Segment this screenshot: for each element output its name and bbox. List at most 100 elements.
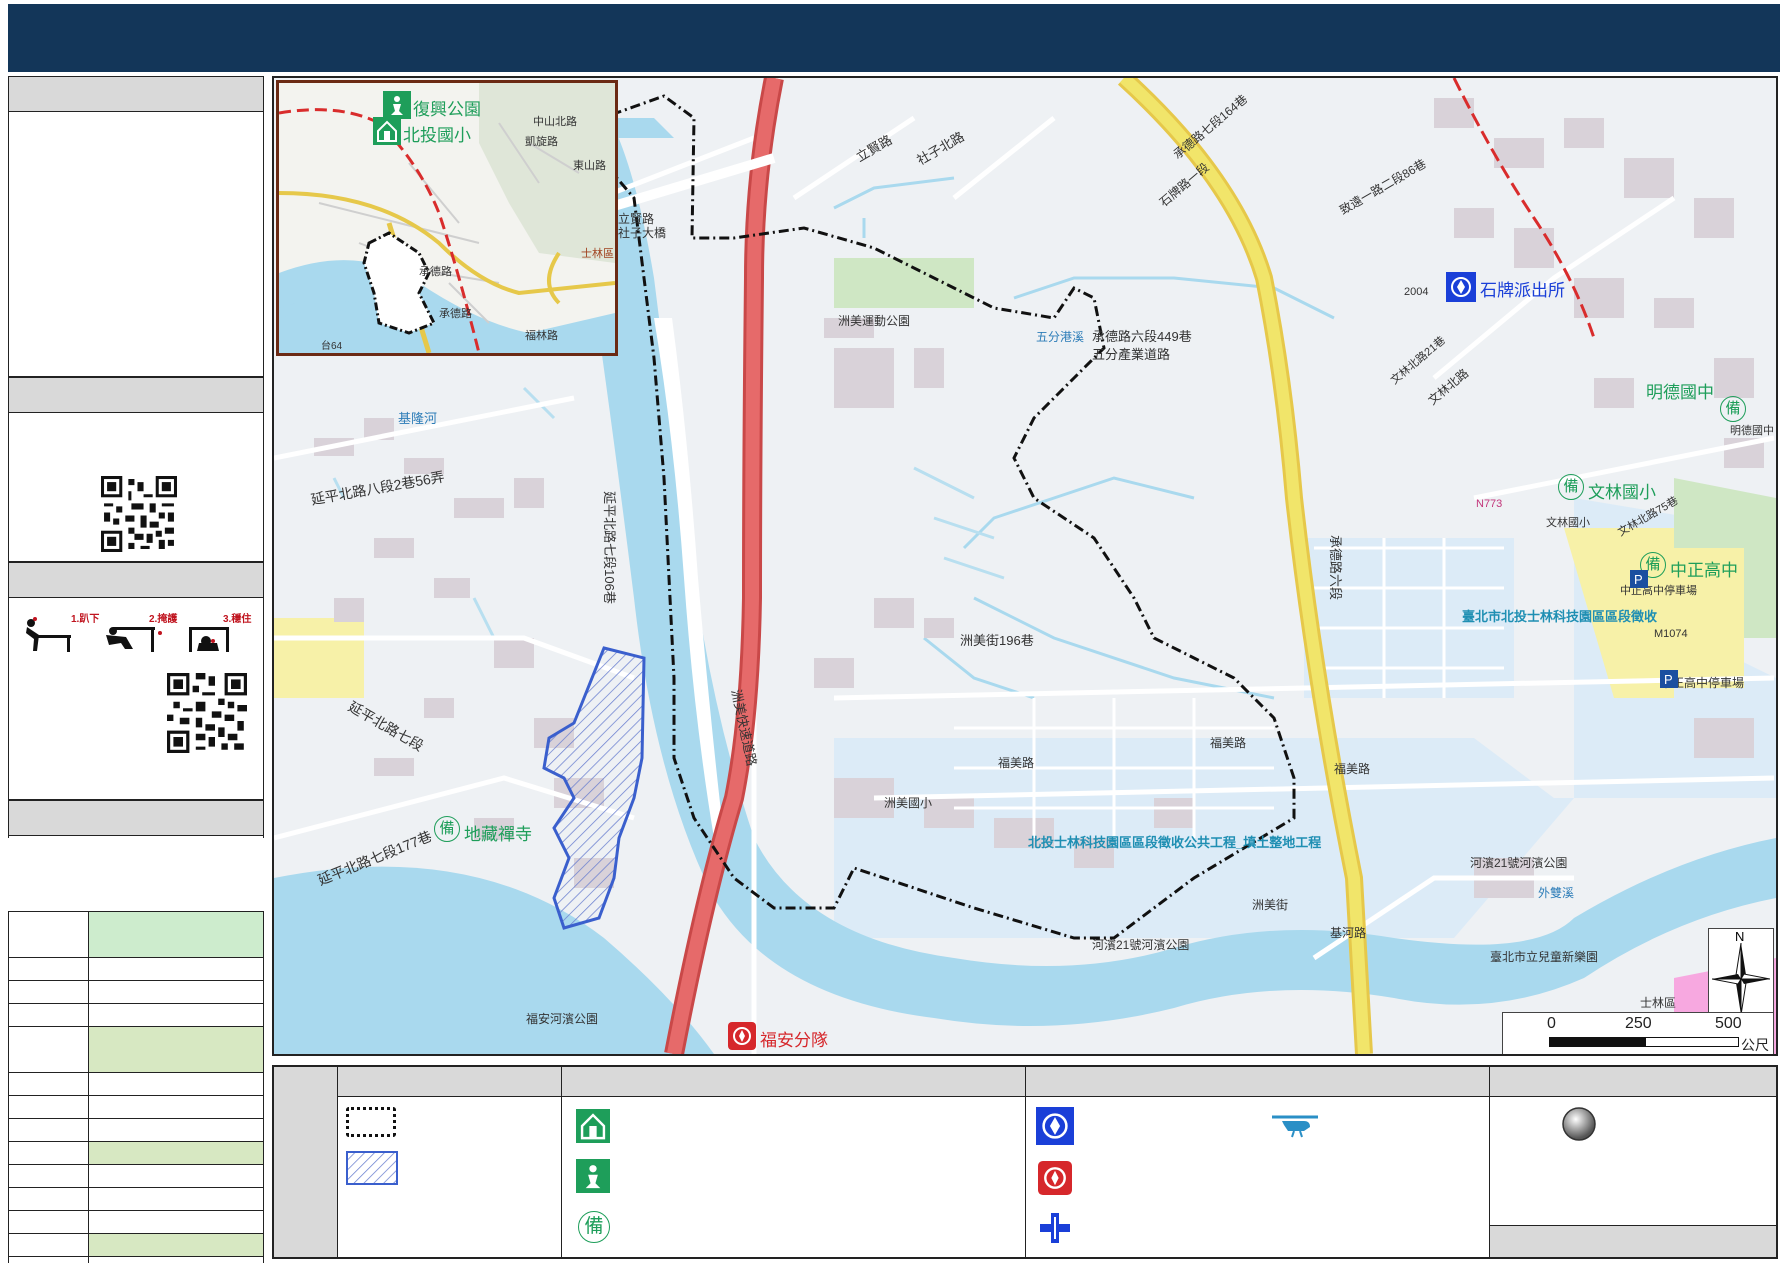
info-panel-header [9, 77, 263, 112]
inset-chengde1-label: 承德路 [419, 266, 452, 278]
legend-col-boundary-head [338, 1067, 561, 1097]
legend-col-emergency [1026, 1067, 1490, 1257]
drill-panel: 1.趴下 2.掩護 3.穩住 [8, 562, 264, 800]
inset-fulin-label: 福林路 [525, 330, 558, 342]
inset-fuxing-park-label: 復興公園 [413, 100, 481, 119]
inset-map[interactable]: 復興公園 北投國小 中山北路 凱旋路 東山路 士林區 承德路 承德路 福林路 台… [276, 80, 618, 356]
svg-text:P: P [1664, 672, 1673, 687]
label-chengde-449: 承德路六段449巷 [1092, 329, 1192, 344]
label-n773: N773 [1476, 498, 1503, 510]
dizang-standby-icon[interactable]: 備 [434, 816, 460, 842]
zhongzheng-hs-label: 中正高中 [1670, 561, 1738, 580]
fuan-brigade-label: 福安分隊 [760, 1031, 828, 1050]
legend-col-emergency-head [1026, 1067, 1489, 1097]
label-jilu-rd: 基河路 [1330, 926, 1367, 940]
scale-segment-1 [1549, 1037, 1645, 1047]
scale-0: 0 [1547, 1015, 1556, 1032]
legend-col-shelter: 備 [562, 1067, 1026, 1257]
legend-school-shelter-icon [576, 1109, 610, 1143]
label-chengde-6: 承德路六段 [1328, 534, 1344, 601]
label-wufen-port: 五分港溪 [1036, 330, 1085, 344]
legend-col-other [1490, 1067, 1776, 1257]
inset-shilin-label: 士林區 [581, 248, 614, 260]
fire-station-icon[interactable] [728, 1022, 756, 1050]
dizang-temple-label: 地藏禪寺 [464, 825, 532, 844]
drill-panel-header [9, 563, 263, 598]
label-zhoumei-196: 洲美街196巷 [960, 633, 1034, 648]
inset-beitou-elem-label: 北投國小 [403, 126, 471, 145]
fire-table [8, 911, 264, 1263]
info-panel [8, 76, 264, 377]
legend-col-other-head [1490, 1067, 1776, 1097]
label-children-park: 臺北市立兒童新樂園 [1490, 950, 1599, 964]
legend-medical-icon [1040, 1213, 1070, 1243]
label-wufen-ind: 五分產業道路 [1092, 347, 1171, 362]
label-wenlin-elem-small: 文林國小 [1546, 517, 1590, 529]
label-land-collection: 臺北市北投士林科技園區區段徵收 [1462, 609, 1658, 624]
scale-250: 250 [1625, 1015, 1652, 1032]
label-zhoumei-sports-park: 洲美運動公園 [838, 314, 911, 328]
label-shezi-bridge: 社子大橋 [618, 226, 667, 240]
label-keelung-river: 基隆河 [398, 411, 438, 426]
legend-helipad-icon [1272, 1115, 1318, 1138]
wenlin-elem-label: 文林國小 [1588, 483, 1656, 502]
drill-qr-code-icon[interactable] [167, 673, 247, 753]
legend-hatch-symbol [346, 1151, 398, 1185]
park-evacuation-icon[interactable] [383, 91, 411, 119]
qr-code-icon[interactable] [101, 476, 177, 552]
legend-col-boundary [338, 1067, 562, 1257]
north-label: N [1735, 929, 1745, 944]
label-fuan-river-park: 福安河濱公園 [526, 1012, 599, 1026]
wenlin-standby-icon[interactable]: 備 [1558, 474, 1584, 500]
legend-fire-station-icon [1038, 1161, 1072, 1195]
label-m1074: M1074 [1654, 628, 1688, 640]
qr-panel [8, 377, 264, 562]
legend: 備 [272, 1065, 1778, 1259]
inset-kaixuan-label: 凱旋路 [525, 136, 558, 148]
legend-boundary-symbol [346, 1107, 396, 1137]
inset-dongshan-label: 東山路 [573, 160, 606, 172]
mingde-jh-label: 明德國中 [1646, 383, 1714, 402]
mingde-standby-icon[interactable]: 備 [1720, 396, 1746, 422]
fire-panel [8, 800, 264, 838]
compass-icon [1712, 943, 1770, 1015]
label-project: 北投士林科技園區區段徵收公共工程_填土整地工程 [1028, 835, 1322, 850]
legend-col-shelter-head [562, 1067, 1025, 1097]
earthquake-drill-icon [26, 617, 229, 652]
label-zhoumei-elem: 洲美國小 [884, 796, 933, 810]
scale-unit: 公尺 [1741, 1037, 1769, 1053]
fire-panel-header [9, 801, 263, 836]
drill-step-1: 1.趴下 [71, 614, 100, 625]
label-zhoumei-st: 洲美街 [1252, 898, 1289, 912]
shipai-police-label: 石牌派出所 [1480, 281, 1565, 300]
label-fumei-rd: 福美路 [1210, 736, 1247, 750]
scale-500: 500 [1715, 1015, 1742, 1032]
scale-segment-2 [1645, 1037, 1739, 1047]
label-yanping-7-106: 延平北路七段106巷 [601, 491, 617, 604]
label-shilin-district: 士林區 [1640, 996, 1677, 1010]
label-fumei-rd2: 福美路 [998, 756, 1035, 770]
legend-footer-cell [1490, 1225, 1776, 1257]
legend-marker-icon [1562, 1107, 1596, 1141]
label-mingde-small: 明德國中 [1730, 425, 1774, 437]
svg-text:P: P [1634, 572, 1643, 587]
legend-park-evacuation-icon [576, 1159, 610, 1193]
inset-tai64-label: 台64 [321, 341, 343, 352]
sidebar: 1.趴下 2.掩護 3.穩住 [8, 76, 264, 1263]
scale-bar: 0 250 500 公尺 [1502, 1012, 1774, 1054]
label-river-park: 河濱21號河濱公園 [1092, 938, 1190, 952]
police-station-icon[interactable] [1446, 272, 1476, 302]
legend-title-col [274, 1067, 338, 1257]
qr-panel-header [9, 378, 263, 413]
drill-step-2: 2.掩護 [149, 614, 178, 625]
parking-icon[interactable]: P [1630, 570, 1648, 588]
parking-icon-2[interactable]: P [1660, 670, 1678, 688]
label-fumei-rd3: 福美路 [1334, 762, 1371, 776]
main-map[interactable]: 復興公園 北投國小 中山北路 凱旋路 東山路 士林區 承德路 承德路 福林路 台… [272, 76, 1778, 1056]
label-2004: 2004 [1404, 286, 1429, 298]
legend-police-icon [1036, 1107, 1074, 1145]
label-waishuang: 外雙溪 [1538, 886, 1575, 900]
inset-chengde2-label: 承德路 [439, 308, 472, 320]
school-shelter-icon[interactable] [373, 117, 401, 145]
legend-standby-icon: 備 [578, 1211, 610, 1243]
